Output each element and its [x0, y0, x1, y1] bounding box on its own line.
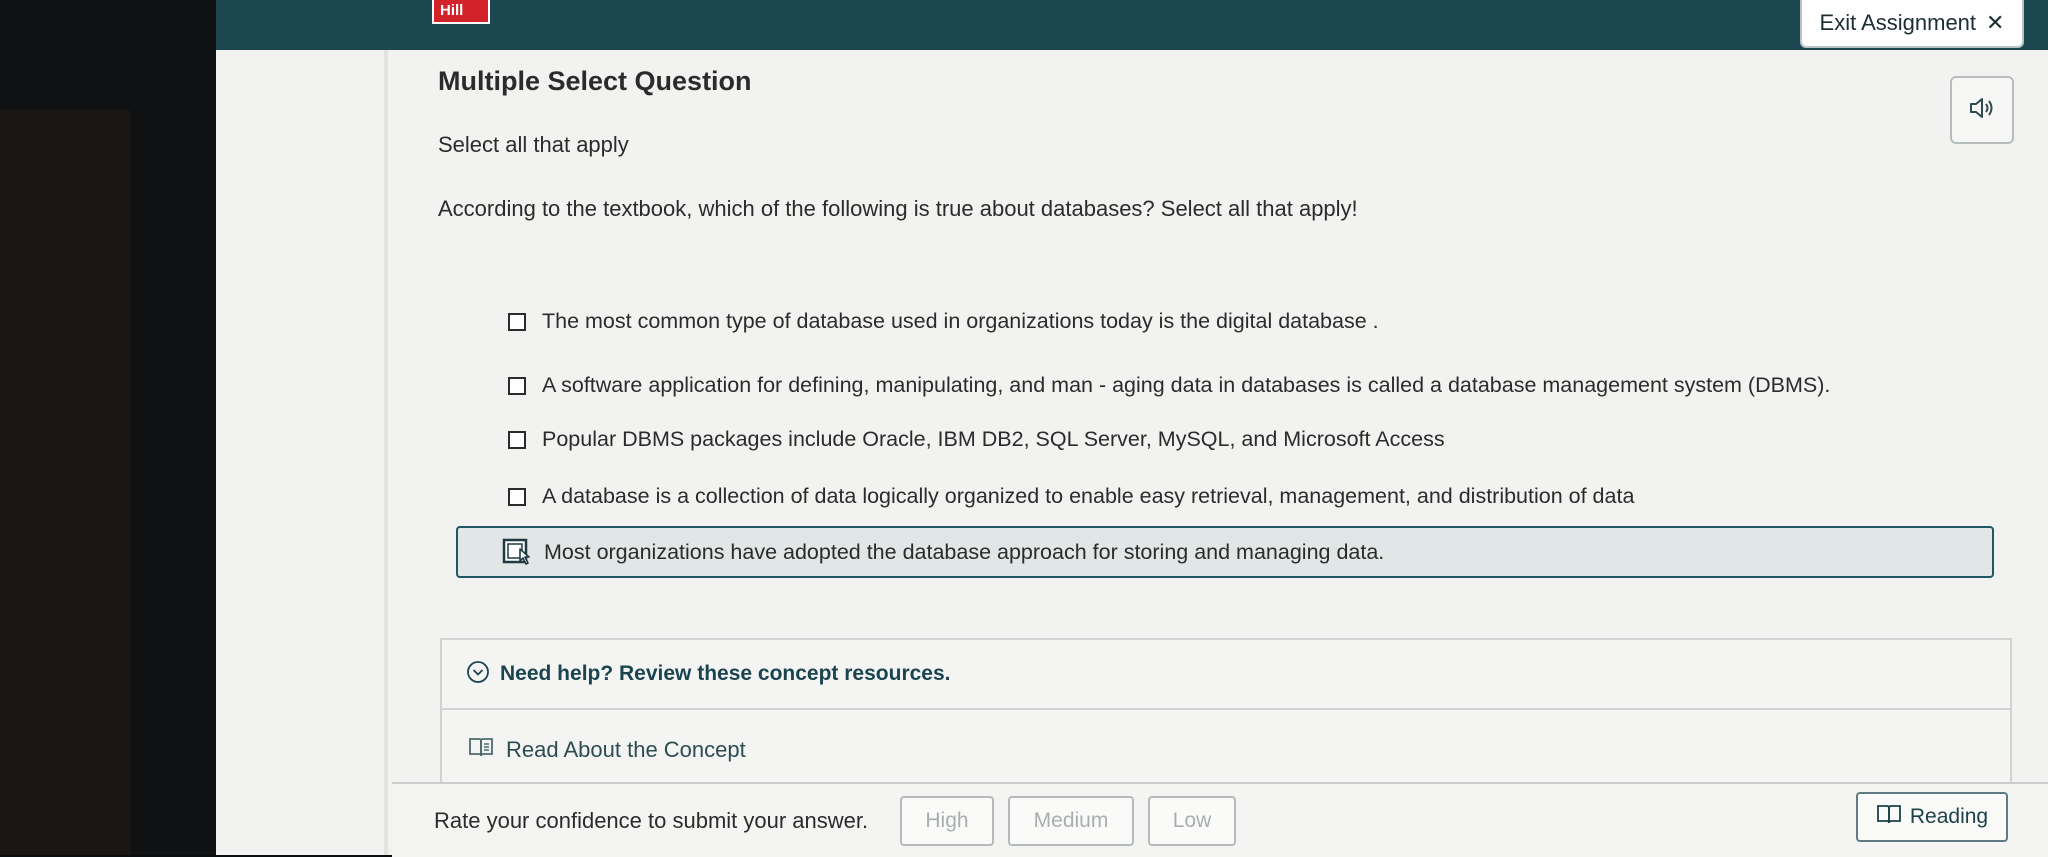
checkbox[interactable]	[508, 376, 526, 395]
confidence-high-button[interactable]: High	[900, 796, 994, 846]
answer-option-label: The most common type of database used in…	[542, 309, 1379, 333]
answer-option-2[interactable]: A software application for defining, man…	[508, 373, 1830, 398]
confidence-prompt: Rate your confidence to submit your answ…	[434, 808, 869, 833]
checkbox[interactable]	[508, 487, 526, 506]
checkbox[interactable]	[508, 430, 526, 449]
read-about-concept-link[interactable]: Read About the Concept	[468, 736, 746, 764]
exit-assignment-label: Exit Assignment	[1819, 10, 1977, 35]
question-prompt: According to the textbook, which of the …	[438, 196, 1358, 221]
checkbox[interactable]	[508, 312, 526, 331]
answer-option-5[interactable]: Most organizations have adopted the data…	[456, 526, 1994, 578]
answer-option-4[interactable]: A database is a collection of data logic…	[508, 484, 1634, 509]
publisher-logo: Hill	[432, 0, 490, 24]
book-icon	[468, 736, 494, 764]
answer-option-label: Popular DBMS packages include Oracle, IB…	[542, 427, 1445, 451]
read-about-concept-label: Read About the Concept	[506, 737, 746, 762]
concept-resources-title: Need help? Review these concept resource…	[500, 662, 951, 685]
screen-glare	[0, 110, 130, 855]
chevron-down-icon	[466, 660, 490, 689]
answer-option-1[interactable]: The most common type of database used in…	[508, 309, 1379, 334]
close-icon: ✕	[1986, 10, 2005, 35]
speaker-icon	[1968, 96, 1996, 125]
question-type-title: Multiple Select Question	[438, 66, 752, 96]
confidence-low-button[interactable]: Low	[1148, 796, 1236, 846]
checkbox-hover-icon[interactable]	[502, 537, 534, 567]
exit-assignment-button[interactable]: Exit Assignment ✕	[1800, 0, 2024, 48]
concept-resources-toggle[interactable]: Need help? Review these concept resource…	[442, 640, 2010, 710]
reading-label: Reading	[1909, 805, 1989, 828]
content-divider	[384, 50, 388, 855]
answer-option-label: Most organizations have adopted the data…	[544, 539, 1385, 564]
answer-option-3[interactable]: Popular DBMS packages include Oracle, IB…	[508, 427, 1445, 452]
top-bar	[216, 0, 2048, 54]
answer-option-label: A database is a collection of data logic…	[542, 484, 1635, 508]
question-instruction: Select all that apply	[438, 132, 629, 157]
answer-option-label: A software application for defining, man…	[542, 373, 1831, 397]
reading-button[interactable]: Reading	[1856, 792, 2008, 842]
read-aloud-button[interactable]	[1950, 76, 2014, 144]
confidence-medium-button[interactable]: Medium	[1008, 796, 1134, 846]
book-icon	[1876, 803, 1902, 831]
